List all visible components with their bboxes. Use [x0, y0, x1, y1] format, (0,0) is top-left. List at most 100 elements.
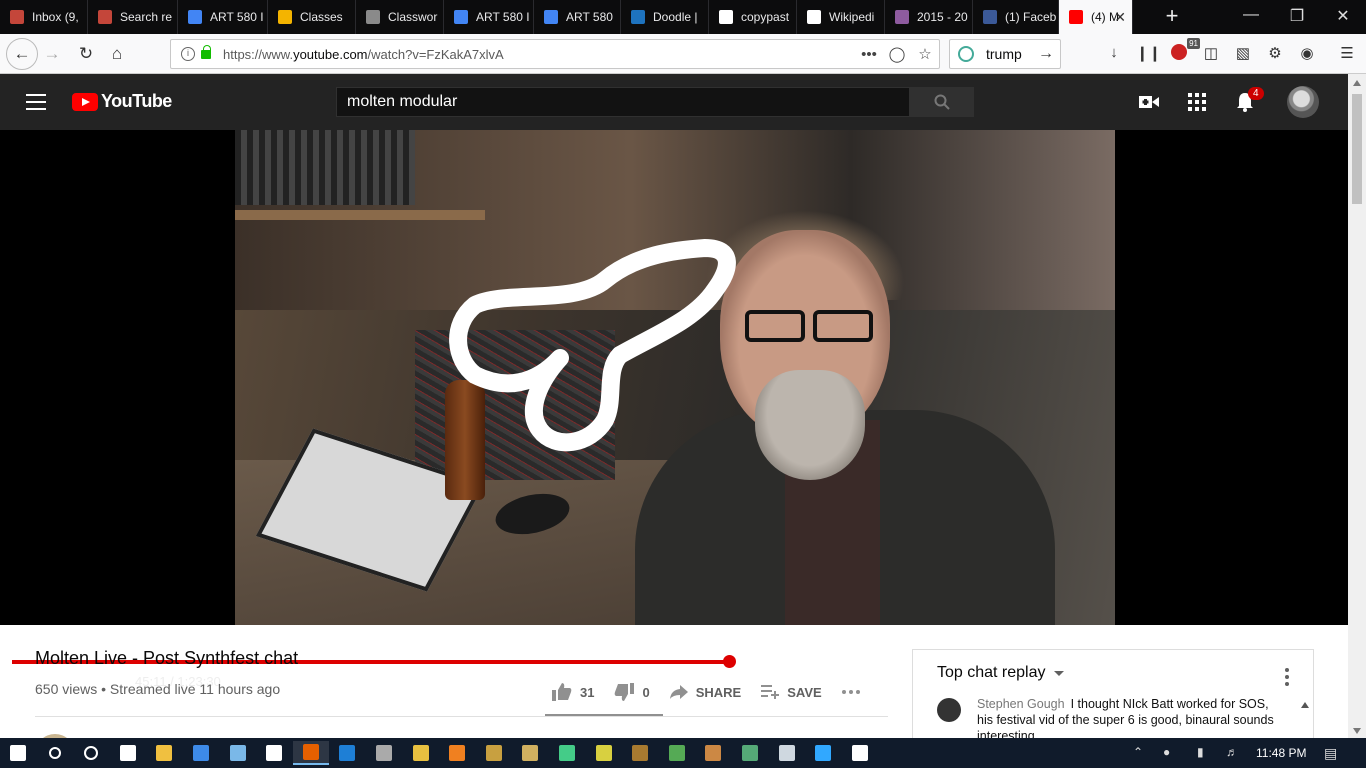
system-clock[interactable]: 11:48 PM [1256, 738, 1306, 768]
restore-icon[interactable]: ❐ [1274, 6, 1320, 26]
firefox-icon[interactable] [292, 741, 329, 765]
app-icon[interactable] [512, 741, 548, 765]
minimize-icon[interactable]: — [1228, 6, 1274, 24]
cortana-icon[interactable] [73, 741, 109, 765]
app-icon[interactable] [549, 741, 585, 765]
chat-author-name[interactable]: Stephen Gough [977, 697, 1065, 711]
app-icon[interactable] [403, 741, 439, 765]
new-tab-button[interactable]: + [1160, 3, 1184, 29]
app-glyph [412, 745, 429, 761]
browser-tab[interactable]: Wikipedi [797, 0, 885, 34]
more-actions-icon[interactable] [841, 690, 868, 694]
windows-taskbar: ⌃ ● ▮ ♬ 11:48 PM ▤ [0, 738, 1366, 768]
extension-globe-icon[interactable]: ⚙ [1264, 44, 1286, 64]
browser-tab[interactable]: (1) Faceb [973, 0, 1059, 34]
scrollbar-thumb[interactable] [1352, 94, 1362, 204]
chat-header-dropdown[interactable]: Top chat replay [937, 664, 1064, 682]
library-icon[interactable]: ❙❙ [1136, 44, 1161, 64]
extension-chart-icon[interactable]: ▧ [1232, 44, 1254, 64]
app-icon[interactable] [586, 741, 622, 765]
share-button[interactable]: SHARE [669, 685, 741, 700]
app-icon[interactable] [476, 741, 512, 765]
app-icon[interactable] [695, 741, 731, 765]
address-bar[interactable]: i https://www.youtube.com/watch?v=FzKakA… [170, 39, 940, 69]
app-icon[interactable] [659, 741, 695, 765]
docs-icon [454, 10, 468, 24]
tray-app-icon[interactable]: ● [1163, 745, 1170, 759]
search-icon[interactable] [37, 741, 73, 765]
bookmark-star-icon[interactable]: ☆ [911, 45, 939, 63]
dropbox-icon[interactable] [183, 741, 219, 765]
video-frame[interactable] [235, 130, 1115, 625]
video-player[interactable]: 45:11 / 1:23:30 CC [0, 130, 1348, 690]
app-icon[interactable] [732, 741, 768, 765]
document-icon[interactable] [842, 741, 878, 765]
apps-grid-icon[interactable] [1185, 90, 1209, 114]
photoshop-icon[interactable] [805, 741, 841, 765]
create-video-icon[interactable] [1137, 90, 1161, 114]
file-explorer-icon[interactable] [146, 741, 182, 765]
browser-tab[interactable]: ART 580 [534, 0, 621, 34]
browser-tab[interactable]: Classes [268, 0, 356, 34]
navigation-toolbar: ← → ↻ ⌂ i https://www.youtube.com/watch?… [0, 34, 1366, 74]
page-actions-icon[interactable]: ••• [855, 46, 883, 63]
file-icon[interactable] [256, 741, 292, 765]
browser-tab[interactable]: ART 580 I [178, 0, 268, 34]
page-scrollbar[interactable] [1348, 74, 1366, 738]
task-view-icon[interactable] [110, 741, 146, 765]
vlc-icon[interactable] [439, 741, 475, 765]
action-center-icon[interactable]: ▤ [1324, 745, 1337, 762]
pocket-icon[interactable]: ◯ [883, 45, 911, 63]
app-icon[interactable] [366, 741, 402, 765]
show-hidden-icons-icon[interactable]: ⌃ [1133, 745, 1143, 759]
search-bar-text[interactable]: trump [986, 46, 1022, 62]
youtube-search-input[interactable]: molten modular [336, 87, 910, 117]
close-window-icon[interactable]: ✕ [1320, 6, 1366, 26]
browser-tab[interactable]: (4) M ✕ [1059, 0, 1133, 34]
like-button[interactable]: 31 [552, 683, 594, 701]
site-info-icon[interactable]: i [181, 47, 195, 61]
volume-tray-icon[interactable]: ♬ [1226, 745, 1238, 759]
browser-tab-label: Classes [300, 10, 343, 24]
browser-tab[interactable]: 2015 - 20 [885, 0, 973, 34]
forward-button[interactable]: → [40, 42, 64, 66]
sidebar-icon[interactable]: ◫ [1200, 44, 1222, 64]
browser-tab[interactable]: Search re [88, 0, 178, 34]
youtube-page: YouTube molten modular 4 45:11 / 1:23:30… [0, 74, 1348, 738]
battery-icon[interactable]: ▮ [1197, 745, 1204, 759]
browser-tab[interactable]: Inbox (9, [0, 0, 88, 34]
edge-icon[interactable] [329, 741, 365, 765]
chat-menu-icon[interactable] [1285, 668, 1289, 689]
search-bar[interactable]: trump → [949, 39, 1061, 69]
home-button[interactable]: ⌂ [105, 42, 129, 66]
close-tab-icon[interactable]: ✕ [1114, 9, 1126, 26]
downloads-icon[interactable]: ↓ [1103, 44, 1125, 64]
start-icon[interactable] [0, 741, 36, 765]
youtube-search-button[interactable] [910, 87, 974, 117]
scrubber-handle[interactable] [722, 655, 736, 668]
menu-icon[interactable]: ☰ [1336, 44, 1358, 64]
browser-tab[interactable]: Classwor [356, 0, 444, 34]
reload-button[interactable]: ↻ [74, 42, 98, 66]
browser-tab[interactable]: ART 580 I [444, 0, 534, 34]
adblock-badge: 91 [1187, 38, 1200, 49]
account-avatar[interactable] [1287, 86, 1319, 118]
search-go-icon[interactable]: → [1038, 45, 1054, 63]
extension-circle-icon[interactable]: ◉ [1296, 44, 1318, 64]
save-button[interactable]: SAVE [761, 685, 822, 700]
app-icon[interactable] [622, 741, 658, 765]
eye-icon[interactable] [220, 741, 256, 765]
app-icon[interactable] [769, 741, 805, 765]
back-button[interactable]: ← [6, 38, 38, 70]
adblock-icon[interactable]: 91 [1168, 38, 1200, 64]
scroll-up-arrow-icon[interactable] [1353, 80, 1361, 86]
guide-menu-icon[interactable] [26, 94, 46, 110]
chat-scroll-up-icon[interactable] [1301, 702, 1309, 708]
browser-tab[interactable]: copypast [709, 0, 797, 34]
browser-tab[interactable]: Doodle | [621, 0, 709, 34]
youtube-logo[interactable]: YouTube [72, 91, 172, 112]
app-glyph [485, 745, 502, 761]
url-text[interactable]: https://www.youtube.com/watch?v=FzKakA7x… [223, 47, 855, 62]
scroll-down-arrow-icon[interactable] [1353, 728, 1361, 734]
dislike-button[interactable]: 0 [614, 683, 650, 701]
